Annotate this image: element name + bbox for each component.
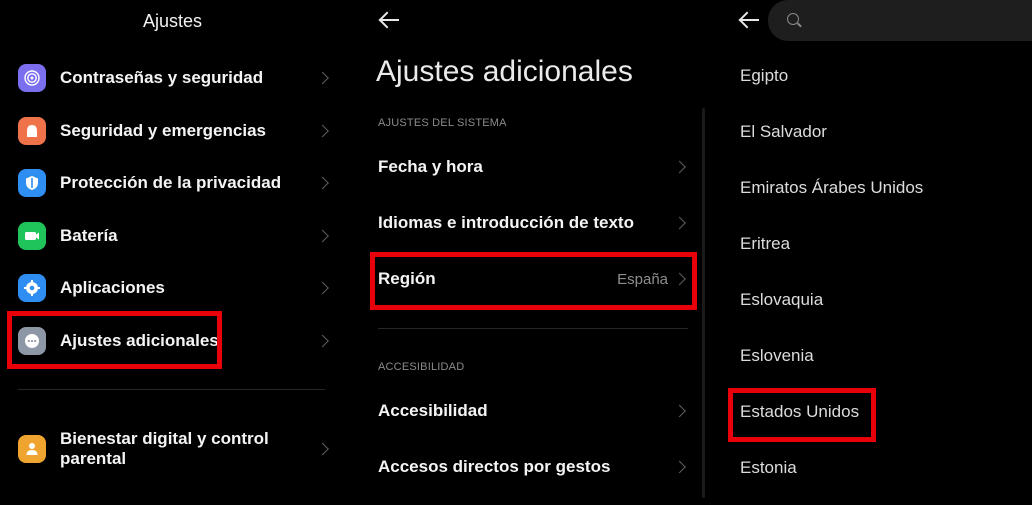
fingerprint-icon — [18, 64, 46, 92]
country-item[interactable]: Egipto — [740, 61, 1000, 91]
settings-item-label: Contraseñas y seguridad — [60, 68, 264, 87]
section-header-accessibility: ACCESIBILIDAD — [378, 361, 465, 373]
country-item[interactable]: Estonia — [740, 453, 1000, 483]
chevron-right-icon — [316, 334, 329, 348]
highlight-box — [7, 311, 222, 369]
settings-item-label: Seguridad y emergencias — [60, 121, 266, 140]
privacy-shield-icon — [18, 169, 46, 197]
chevron-right-icon — [316, 229, 329, 243]
chevron-right-icon — [673, 460, 686, 474]
menu-item-accessibility[interactable]: Accesibilidad — [378, 391, 690, 431]
country-item[interactable]: Eritrea — [740, 229, 1000, 259]
additional-settings-panel: Ajustes adicionales AJUSTES DEL SISTEMA … — [362, 0, 705, 505]
country-item[interactable]: Emiratos Árabes Unidos — [740, 173, 1000, 203]
emergency-light-icon — [18, 117, 46, 145]
settings-item-privacy[interactable]: Protección de la privacidad — [18, 163, 333, 203]
menu-item-date-time[interactable]: Fecha y hora — [378, 147, 690, 187]
wellbeing-person-icon — [18, 435, 46, 463]
chevron-right-icon — [316, 176, 329, 190]
divider — [18, 389, 325, 390]
label-line-1: Bienestar digital y control — [60, 429, 269, 448]
settings-item-label: Aplicaciones — [60, 278, 165, 297]
search-input[interactable] — [808, 8, 1022, 34]
scrollbar[interactable] — [702, 108, 705, 498]
divider — [378, 328, 688, 329]
menu-item-label: Fecha y hora — [378, 157, 483, 176]
settings-item-passwords[interactable]: Contraseñas y seguridad — [18, 58, 333, 98]
region-panel: Egipto El Salvador Emiratos Árabes Unido… — [728, 0, 1032, 505]
gear-icon — [18, 274, 46, 302]
country-item[interactable]: Eslovenia — [740, 341, 1000, 371]
page-title: Ajustes — [142, 11, 203, 31]
settings-item-label: Bienestar digital y control parental — [60, 429, 269, 469]
settings-item-wellbeing[interactable]: Bienestar digital y control parental — [18, 425, 333, 473]
chevron-right-icon — [316, 281, 329, 295]
menu-item-languages[interactable]: Idiomas e introducción de texto — [378, 203, 690, 243]
settings-panel: Ajustes Contraseñas y seguridad Segurida… — [0, 0, 350, 505]
page-title: Ajustes adicionales — [376, 55, 633, 88]
chevron-right-icon — [673, 160, 686, 174]
country-item[interactable]: Eslovaquia — [740, 285, 1000, 315]
screen: Ajustes Contraseñas y seguridad Segurida… — [0, 0, 1032, 505]
settings-item-label: Batería — [60, 226, 118, 245]
settings-item-emergency[interactable]: Seguridad y emergencias — [18, 111, 333, 151]
settings-item-label: Protección de la privacidad — [60, 173, 282, 192]
highlight-box — [370, 252, 697, 310]
menu-item-label: Accesibilidad — [378, 401, 488, 420]
menu-item-label: Accesos directos por gestos — [378, 457, 611, 476]
search-icon — [787, 13, 799, 25]
search-bar[interactable] — [768, 0, 1032, 41]
menu-item-gestures[interactable]: Accesos directos por gestos — [378, 447, 690, 487]
highlight-box — [728, 388, 876, 442]
label-line-2: parental — [60, 449, 127, 468]
chevron-right-icon — [316, 442, 329, 456]
menu-item-label: Idiomas e introducción de texto — [378, 213, 634, 232]
chevron-right-icon — [673, 216, 686, 230]
chevron-right-icon — [316, 124, 329, 138]
chevron-right-icon — [673, 404, 686, 418]
section-header-system: AJUSTES DEL SISTEMA — [378, 117, 507, 129]
settings-item-battery[interactable]: Batería — [18, 216, 333, 256]
back-arrow-icon[interactable] — [738, 11, 760, 29]
back-arrow-icon[interactable] — [378, 11, 400, 29]
settings-item-apps[interactable]: Aplicaciones — [18, 268, 333, 308]
chevron-right-icon — [316, 71, 329, 85]
country-item[interactable]: El Salvador — [740, 117, 1000, 147]
battery-icon — [18, 222, 46, 250]
